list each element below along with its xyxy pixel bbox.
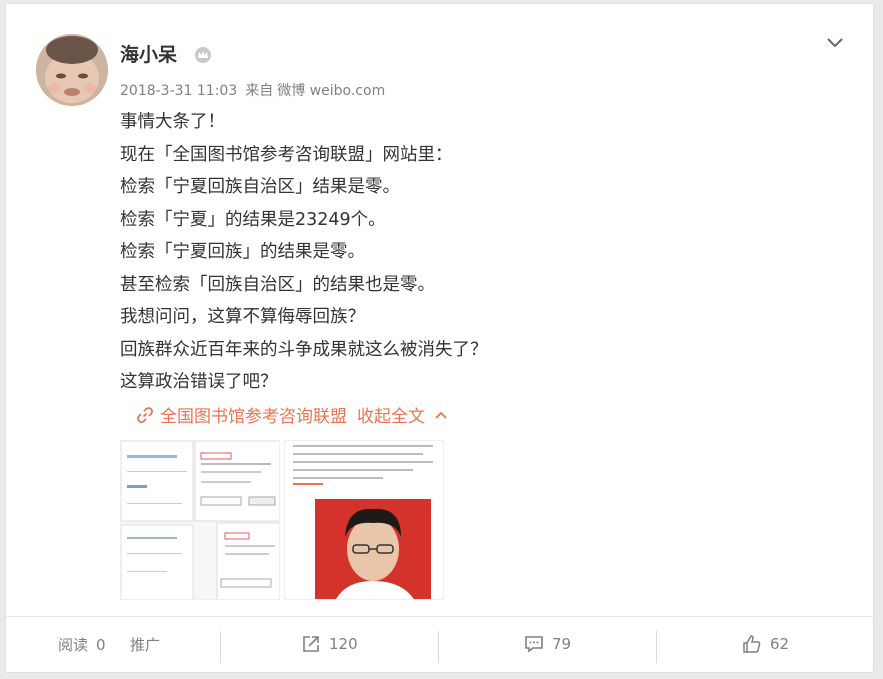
like-icon [743, 635, 761, 653]
comment-icon [525, 636, 543, 653]
post-line: 检索「宁夏回族自治区」结果是零。 [120, 177, 400, 197]
divider [656, 631, 657, 663]
post-meta: 2018-3-31 11:03 来自 微博 weibo.com [120, 80, 393, 100]
post-line: 我想问问，这算不算侮辱回族？ [120, 307, 365, 327]
post-line: 现在「全国图书馆参考咨询联盟」网站里： [120, 144, 453, 165]
post-line: 甚至检索「回族自治区」的结果也是零。 [120, 274, 435, 295]
promote-button[interactable]: 推广 [130, 634, 160, 655]
action-bar: 阅读 0 推广 120 79 62 [6, 616, 873, 672]
post-line: 检索「宁夏回族」的结果是零。 [120, 242, 365, 262]
divider [438, 631, 439, 663]
repost-count: 120 [329, 635, 358, 653]
read-count: 阅读 0 [58, 634, 106, 655]
repost-button[interactable]: 120 [301, 634, 358, 654]
crown-icon [195, 47, 211, 63]
post-line: 回族群众近百年来的斗争成果就这么被消失了？ [120, 339, 488, 360]
avatar[interactable] [36, 34, 108, 106]
like-button[interactable]: 62 [742, 634, 789, 654]
weibo-post-card: 海小呆 2018-3-31 11:03 来自 微博 weibo.com 事情大条了！… [5, 3, 874, 673]
link-icon [137, 406, 153, 423]
comment-count: 79 [552, 635, 572, 653]
external-link[interactable]: 全国图书馆参考咨询联盟 [160, 402, 347, 427]
media-gallery [120, 440, 444, 600]
post-line: 检索「宁夏」的结果是23249个。 [120, 209, 386, 230]
image-thumbnail[interactable] [120, 440, 280, 600]
post-text: 事情大条了！ 现在「全国图书馆参考咨询联盟」网站里： 检索「宁夏回族自治区」结果… [120, 106, 840, 399]
read-count-value: 0 [96, 635, 106, 654]
chevron-up-icon[interactable] [433, 407, 449, 423]
from-label: 来自 [245, 83, 274, 99]
like-count: 62 [770, 635, 790, 653]
post-line: 事情大条了！ [120, 112, 225, 132]
post-source[interactable]: 微博 weibo.com [277, 83, 385, 99]
promote-label: 推广 [130, 636, 161, 654]
chevron-down-icon[interactable] [824, 32, 846, 54]
image-thumbnail[interactable] [284, 440, 444, 600]
post-line: 这算政治错误了吧？ [120, 372, 278, 392]
collapse-button[interactable]: 收起全文 [357, 402, 425, 427]
divider [220, 631, 221, 663]
post-date[interactable]: 2018-3-31 11:03 [120, 83, 237, 99]
read-label: 阅读 [58, 636, 89, 654]
comment-button[interactable]: 79 [524, 634, 571, 654]
repost-icon [303, 636, 319, 652]
post-links: 全国图书馆参考咨询联盟 收起全文 [136, 402, 449, 427]
author-name[interactable]: 海小呆 [120, 40, 177, 67]
